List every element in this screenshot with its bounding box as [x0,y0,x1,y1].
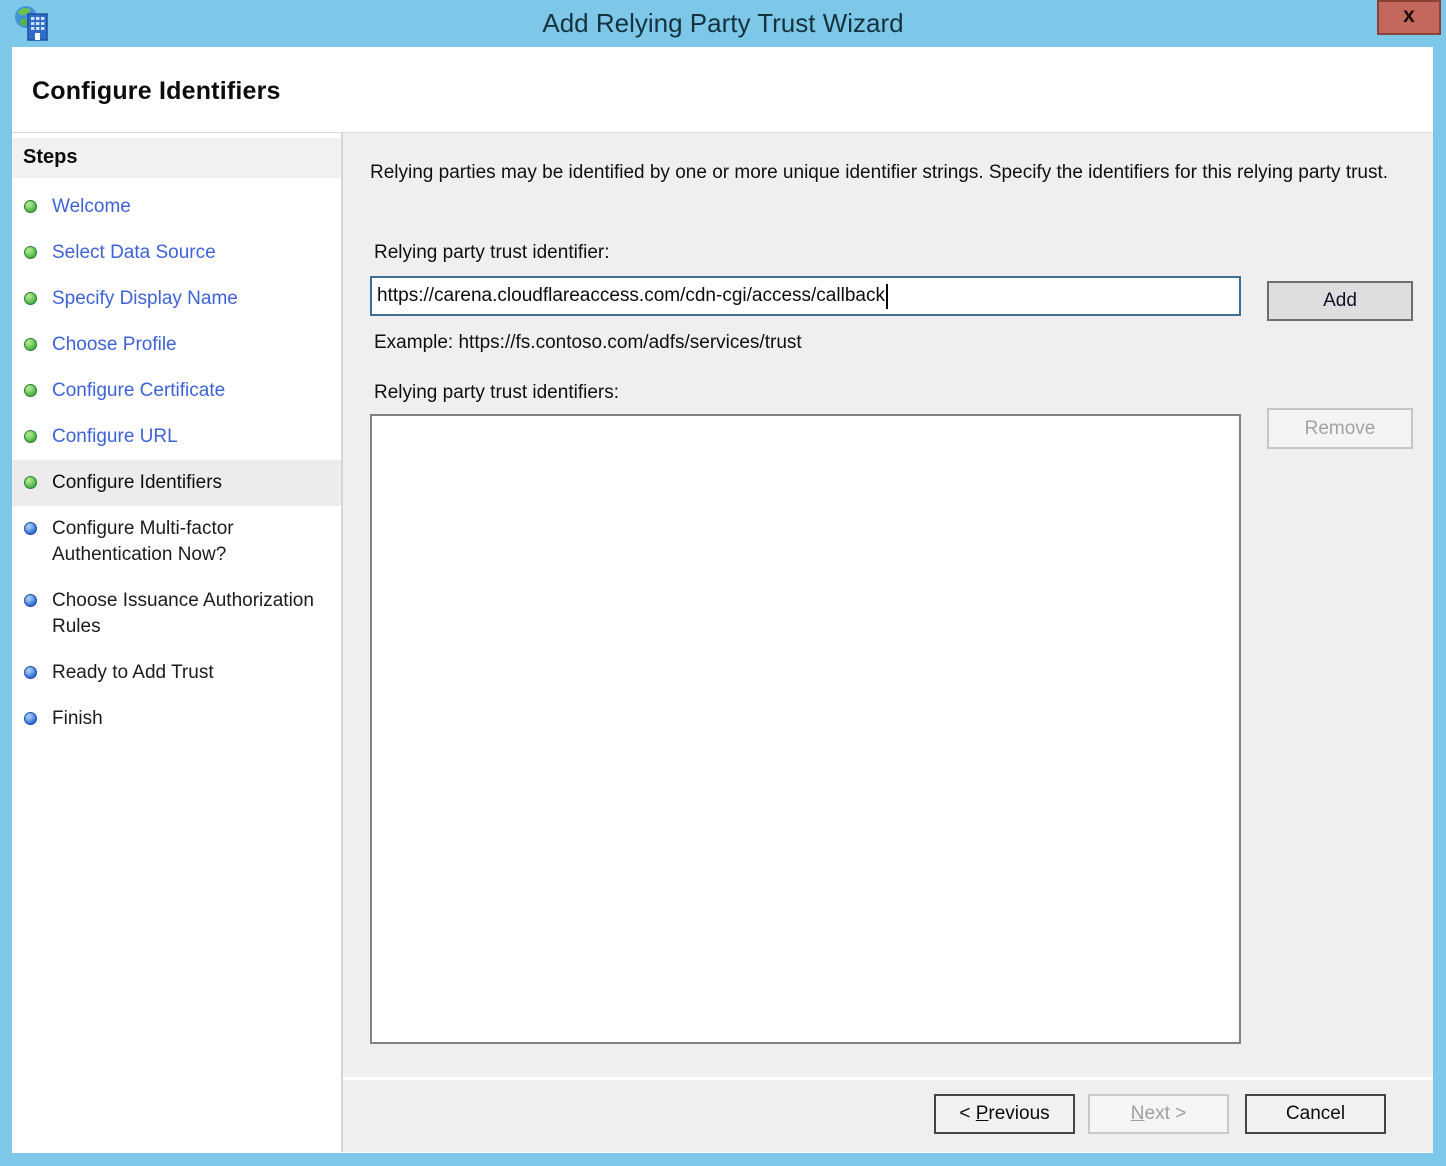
close-icon: x [1403,5,1415,26]
steps-list: Welcome Select Data Source Specify Displ… [12,184,341,742]
add-button[interactable]: Add [1267,281,1413,321]
sidebar-item-configure-mfa: Configure Multi-factor Authentication No… [12,506,341,578]
step-label: Configure Multi-factor Authentication No… [52,516,331,568]
step-label: Configure Certificate [52,378,225,404]
step-label: Ready to Add Trust [52,660,214,686]
green-dot-icon [24,338,37,351]
blue-dot-icon [24,594,37,607]
sidebar-item-welcome[interactable]: Welcome [12,184,341,230]
step-label: Choose Profile [52,332,177,358]
example-text: Example: https://fs.contoso.com/adfs/ser… [374,332,802,354]
steps-sidebar: Steps Welcome Select Data Source Specify… [12,133,343,1152]
blue-dot-icon [24,712,37,725]
green-dot-icon [24,430,37,443]
identifiers-list-label: Relying party trust identifiers: [374,382,619,404]
close-button[interactable]: x [1377,0,1441,35]
sidebar-item-finish: Finish [12,696,341,742]
previous-button-rest: revious [988,1103,1049,1124]
next-button[interactable]: Next > [1088,1094,1229,1134]
sidebar-item-choose-issuance-rules: Choose Issuance Authorization Rules [12,578,341,650]
step-label: Finish [52,706,103,732]
text-caret [886,284,888,309]
previous-button[interactable]: < Previous [934,1094,1075,1134]
step-label: Welcome [52,194,131,220]
adfs-globe-building-icon [13,4,53,44]
cancel-button[interactable]: Cancel [1245,1094,1386,1134]
page-title: Configure Identifiers [12,47,1433,106]
sidebar-item-select-data-source[interactable]: Select Data Source [12,230,341,276]
green-dot-icon [24,292,37,305]
sidebar-item-choose-profile[interactable]: Choose Profile [12,322,341,368]
step-label: Choose Issuance Authorization Rules [52,588,331,640]
sidebar-item-configure-certificate[interactable]: Configure Certificate [12,368,341,414]
blue-dot-icon [24,666,37,679]
remove-button[interactable]: Remove [1267,408,1413,449]
sidebar-item-specify-display-name[interactable]: Specify Display Name [12,276,341,322]
blue-dot-icon [24,522,37,535]
identifier-input[interactable]: https://carena.cloudflareaccess.com/cdn-… [370,276,1241,316]
wizard-frame: Configure Identifiers Steps Welcome Sele… [12,47,1433,1153]
page-header: Configure Identifiers [12,47,1433,133]
next-button-accel: N [1131,1103,1145,1124]
title-bar: Add Relying Party Trust Wizard x [0,0,1446,47]
identifier-input-value: https://carena.cloudflareaccess.com/cdn-… [377,285,885,307]
previous-button-prefix: < [959,1103,975,1124]
next-button-suffix: > [1170,1103,1186,1124]
step-label: Configure URL [52,424,178,450]
green-dot-icon [24,200,37,213]
step-label: Configure Identifiers [52,470,222,496]
steps-heading: Steps [12,138,341,178]
next-button-rest: ext [1145,1103,1170,1124]
main-panel: Relying parties may be identified by one… [343,133,1433,1152]
green-dot-icon [24,476,37,489]
step-label: Specify Display Name [52,286,238,312]
identifier-field-label: Relying party trust identifier: [374,242,610,264]
identifiers-listbox[interactable] [370,414,1241,1044]
window-title: Add Relying Party Trust Wizard [0,0,1446,47]
intro-text: Relying parties may be identified by one… [370,159,1400,186]
wizard-window: Add Relying Party Trust Wizard x Configu… [0,0,1446,1166]
green-dot-icon [24,384,37,397]
sidebar-item-configure-url[interactable]: Configure URL [12,414,341,460]
footer-bar: < Previous Next > Cancel [343,1077,1433,1152]
sidebar-item-configure-identifiers[interactable]: Configure Identifiers [12,460,341,506]
green-dot-icon [24,246,37,259]
sidebar-item-ready-to-add-trust: Ready to Add Trust [12,650,341,696]
step-label: Select Data Source [52,240,216,266]
previous-button-accel: P [976,1103,989,1124]
